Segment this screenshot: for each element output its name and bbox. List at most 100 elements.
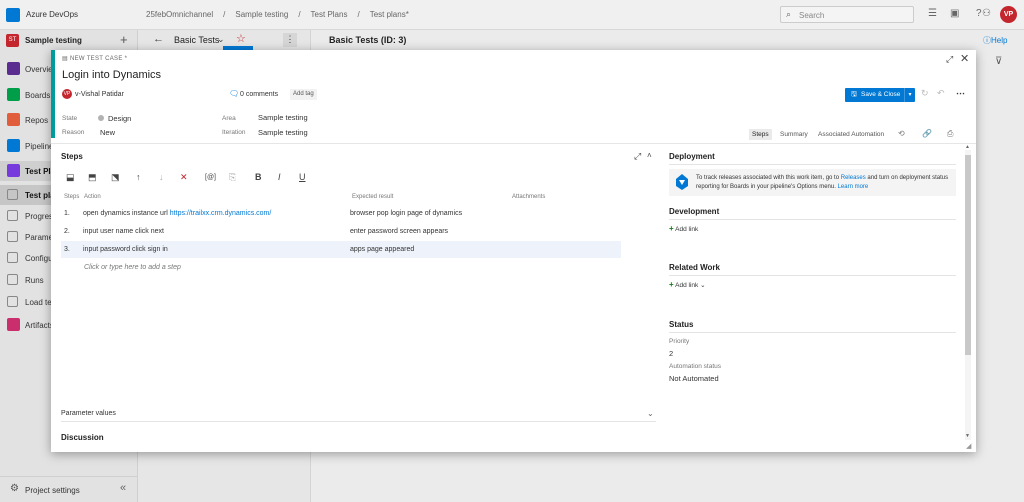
comments-count[interactable]: 0 comments: [240, 91, 278, 98]
user-settings-icon[interactable]: ⚇: [982, 8, 991, 19]
breadcrumb-org[interactable]: 25febOmnichannel: [146, 10, 213, 19]
parameter-values-section[interactable]: Parameter values ⌄: [61, 408, 656, 422]
state-field[interactable]: Design: [108, 114, 131, 123]
development-title: Development: [669, 207, 720, 216]
breadcrumb-test-plans[interactable]: Test Plans: [311, 10, 348, 19]
attachment-step-icon[interactable]: ⎘: [229, 172, 236, 183]
releases-link[interactable]: Releases: [841, 175, 866, 181]
deployment-text: To track releases associated with this w…: [696, 174, 951, 192]
more-actions-icon[interactable]: ⋯: [956, 88, 965, 99]
work-item-title[interactable]: Login into Dynamics: [62, 69, 161, 81]
scroll-up-icon[interactable]: ▲: [965, 144, 970, 150]
save-close-label: Save & Close: [861, 91, 901, 98]
move-down-icon[interactable]: ↓: [159, 172, 164, 182]
add-tag-button[interactable]: Add tag: [290, 89, 317, 100]
plus-icon: +: [669, 280, 674, 289]
comment-icon: 🗨: [229, 89, 240, 98]
search-box[interactable]: ⌕ Search: [780, 6, 914, 23]
list-icon[interactable]: ☰: [928, 8, 937, 19]
collapse-icon[interactable]: «: [120, 482, 126, 494]
attachment-icon[interactable]: ⎙: [947, 129, 953, 139]
create-shared-steps-icon[interactable]: ⬔: [111, 172, 120, 183]
step-action[interactable]: input user name click next: [83, 228, 164, 235]
chevron-down-icon: ⌄: [700, 282, 706, 289]
more-actions-icon[interactable]: ⋮: [283, 33, 297, 47]
breadcrumb-project[interactable]: Sample testing: [235, 10, 288, 19]
bold-icon[interactable]: B: [255, 172, 262, 182]
move-up-icon[interactable]: ↑: [136, 172, 141, 182]
project-header[interactable]: ST Sample testing +: [0, 30, 138, 50]
back-arrow-icon[interactable]: ←: [153, 33, 164, 45]
automation-status-label: Automation status: [669, 363, 722, 370]
deployment-info: To track releases associated with this w…: [669, 169, 956, 196]
step-expected[interactable]: browser pop login page of dynamics: [350, 210, 462, 217]
header-divider: [51, 143, 976, 144]
scrollbar-thumb[interactable]: [965, 155, 971, 355]
add-icon[interactable]: +: [120, 32, 128, 47]
tab-associated-automation[interactable]: Associated Automation: [815, 129, 887, 140]
insert-step-icon[interactable]: ⬓: [66, 172, 75, 183]
azure-devops-logo-icon[interactable]: [6, 8, 20, 22]
scroll-down-icon[interactable]: ▼: [965, 433, 970, 439]
save-close-button[interactable]: 🖫 Save & Close ▾: [845, 88, 915, 102]
reason-field[interactable]: New: [100, 128, 115, 137]
close-icon[interactable]: ✕: [960, 52, 969, 65]
area-field[interactable]: Sample testing: [258, 113, 308, 122]
boards-icon: [7, 88, 20, 101]
history-icon[interactable]: ⟲: [898, 129, 905, 138]
learn-more-link[interactable]: Learn more: [838, 184, 869, 190]
step-action-link[interactable]: https://trailxx.crm.dynamics.com/: [170, 210, 272, 217]
shopping-bag-icon[interactable]: ▣: [950, 8, 959, 19]
undo-icon[interactable]: ↶: [937, 88, 945, 99]
tab-summary[interactable]: Summary: [777, 129, 811, 140]
underline-icon[interactable]: U: [299, 172, 306, 182]
step-action[interactable]: open dynamics instance url https://trail…: [83, 210, 271, 217]
project-settings-label: Project settings: [25, 486, 80, 495]
test-plans-icon: [7, 164, 20, 177]
resize-handle-icon[interactable]: ◢: [966, 442, 971, 450]
add-link-button[interactable]: + Add link: [669, 224, 698, 233]
priority-field[interactable]: 2: [669, 349, 673, 358]
insert-parameter-icon[interactable]: [@]: [205, 174, 216, 181]
brand-name[interactable]: Azure DevOps: [26, 10, 78, 19]
chevron-down-icon[interactable]: ⌄: [647, 409, 654, 418]
owner-avatar: VP: [62, 89, 72, 99]
table-row[interactable]: 2. input user name click next enter pass…: [61, 223, 621, 240]
scrollbar[interactable]: ▲ ▼: [965, 144, 971, 440]
owner-name[interactable]: v-Vishal Patidar: [75, 91, 124, 98]
collapse-section-icon[interactable]: ˄: [647, 151, 652, 160]
add-related-link-button[interactable]: + Add link ⌄: [669, 280, 706, 289]
chevron-down-icon[interactable]: ⌄: [217, 34, 225, 45]
gear-icon: ⚙: [10, 483, 19, 494]
help-icon[interactable]: ?: [976, 8, 982, 19]
add-link-label: Add link: [675, 282, 699, 289]
project-settings[interactable]: ⚙ Project settings «: [0, 476, 138, 502]
step-action-text: input password click sign in: [83, 246, 168, 253]
save-dropdown-icon[interactable]: ▾: [904, 88, 915, 102]
step-action[interactable]: input password click sign in: [83, 246, 168, 253]
column-steps: Steps: [64, 194, 80, 200]
italic-icon[interactable]: I: [278, 172, 281, 182]
column-action: Action: [84, 194, 101, 200]
help-link[interactable]: ⓘHelp: [983, 35, 1007, 46]
favorite-star-icon[interactable]: ☆: [236, 32, 246, 45]
refresh-icon[interactable]: ↻: [921, 88, 929, 99]
test-plans-sub-icon: [7, 189, 18, 200]
maximize-steps-icon[interactable]: ⤢: [634, 151, 641, 162]
table-row[interactable]: 3. input password click sign in apps pag…: [61, 241, 621, 258]
suite-title[interactable]: Basic Tests: [174, 35, 219, 45]
filter-icon[interactable]: ⊽: [995, 56, 1002, 67]
link-icon[interactable]: 🔗: [922, 129, 932, 138]
delete-step-icon[interactable]: ✕: [180, 172, 188, 183]
step-expected[interactable]: apps page appeared: [350, 246, 414, 253]
deployment-text-1: To track releases associated with this w…: [696, 175, 841, 181]
insert-shared-steps-icon[interactable]: ⬒: [88, 172, 97, 183]
breadcrumb-test-plans-current[interactable]: Test plans*: [370, 10, 409, 19]
iteration-field[interactable]: Sample testing: [258, 128, 308, 137]
expand-icon[interactable]: ⤢: [946, 54, 953, 65]
tab-steps[interactable]: Steps: [749, 129, 772, 140]
avatar[interactable]: VP: [1000, 6, 1017, 23]
add-step-placeholder[interactable]: Click or type here to add a step: [84, 264, 181, 271]
step-expected[interactable]: enter password screen appears: [350, 228, 448, 235]
table-row[interactable]: 1. open dynamics instance url https://tr…: [61, 205, 621, 222]
